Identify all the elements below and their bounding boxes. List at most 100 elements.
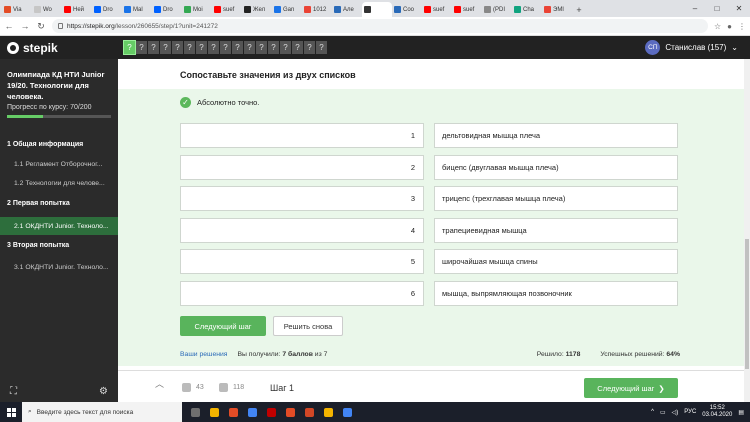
reload-icon[interactable]: ↻ [36,21,46,32]
browser-tab[interactable]: Але [332,2,362,17]
right-item-3[interactable]: трицепс (трехглавая мышца плеча) [434,186,678,211]
step-indicator[interactable]: ? [160,41,171,54]
section-2[interactable]: 2 Первая попытка [7,200,70,207]
maximize-button[interactable]: □ [706,0,728,17]
step-indicator[interactable]: ? [196,41,207,54]
left-item-3[interactable]: 3 [180,186,424,211]
step-indicator[interactable]: ? [316,41,327,54]
new-tab-button[interactable]: + [572,2,586,17]
left-item-1[interactable]: 1 [180,123,424,148]
language-indicator[interactable]: РУС [684,409,696,415]
start-button[interactable] [0,402,22,422]
left-item-5[interactable]: 5 [180,249,424,274]
minimize-button[interactable]: – [684,0,706,17]
forward-icon[interactable]: → [20,21,30,31]
gear-icon[interactable]: ⚙ [99,386,108,397]
browser-tab[interactable]: Wo [32,2,62,17]
step-indicator[interactable]: ? [244,41,255,54]
right-item-6[interactable]: мышца, выпрямляющая позвоночник [434,281,678,306]
lesson-1-2[interactable]: 1.2 Технологии для челове... [0,174,118,192]
browser-tab[interactable]: Via [2,2,32,17]
step-indicator[interactable]: ? [268,41,279,54]
star-icon[interactable]: ☆ [714,22,721,31]
step-indicator[interactable]: ? [292,41,303,54]
network-icon[interactable]: ▭ [660,409,666,416]
browser-tab[interactable]: Dro [152,2,182,17]
browser-tab[interactable]: 1012 [302,2,332,17]
browser-tab[interactable]: suef [422,2,452,17]
clock[interactable]: 15:52 03.04.2020 [702,405,732,419]
step-indicator[interactable]: ? [280,41,291,54]
taskbar-app[interactable] [224,402,243,422]
browser-tab[interactable]: suef [452,2,482,17]
lesson-3-1[interactable]: 3.1 ОКДНТИ Junior. Техноло... [0,258,118,276]
taskbar-app[interactable] [262,402,281,422]
taskbar-app[interactable] [186,402,205,422]
left-item-4[interactable]: 4 [180,218,424,243]
step-indicator[interactable]: ? [184,41,195,54]
lesson-1-1[interactable]: 1.1 Регламент Отборочног... [0,155,118,173]
tray-chevron-icon[interactable]: ^ [651,409,654,415]
step-indicator[interactable]: ? [136,41,147,54]
dislike-button[interactable]: 118 [219,383,244,392]
close-window-button[interactable]: ✕ [728,0,750,17]
volume-icon[interactable]: ◁) [672,409,679,416]
right-item-2[interactable]: бицепс (двуглавая мышца плеча) [434,155,678,180]
tab-list: Via Wo Ней Dro Mal Dro Moi suef Жел Gan 1012 Але Coo… [2,2,572,17]
section-3[interactable]: 3 Вторая попытка [7,242,69,249]
stepik-logo[interactable]: stepik [0,41,118,55]
url-field[interactable]: https://stepik.org/lesson/260655/step/1?… [52,19,708,33]
browser-tab[interactable]: Mal [122,2,152,17]
browser-tab[interactable]: suef [212,2,242,17]
back-icon[interactable]: ← [4,21,14,31]
right-item-4[interactable]: трапециевидная мышца [434,218,678,243]
profile-icon[interactable]: ● [727,22,732,31]
right-item-5[interactable]: широчайшая мышца спины [434,249,678,274]
menu-icon[interactable]: ⋮ [738,22,746,31]
next-step-button[interactable]: Следующий шаг [180,316,266,336]
scroll-thumb[interactable] [745,239,749,369]
step-indicator[interactable]: ? [256,41,267,54]
step-indicator[interactable]: ? [220,41,231,54]
section-1[interactable]: 1 Общая информация [7,141,83,148]
retry-button[interactable]: Решить снова [273,316,343,336]
step-indicator[interactable]: ? [304,41,315,54]
taskbar-app[interactable] [243,402,262,422]
taskbar-search[interactable]: ⌕ Введите здесь текст для поиска [22,402,182,422]
notifications-icon[interactable]: ▤ [738,409,744,416]
right-item-1[interactable]: дельтовидная мышца плеча [434,123,678,148]
page-scrollbar[interactable] [744,59,750,402]
browser-tab[interactable]: Ней [62,2,92,17]
left-item-2[interactable]: 2 [180,155,424,180]
footer-next-step-button[interactable]: Следующий шаг ❯ [584,378,678,398]
browser-tab[interactable]: Cha [512,2,542,17]
lesson-2-1[interactable]: 2.1 ОКДНТИ Junior. Техноло... [0,217,118,235]
taskbar-app[interactable] [319,402,338,422]
browser-tab[interactable]: Dro [92,2,122,17]
step-indicator[interactable]: ? [208,41,219,54]
browser-tab[interactable]: Жел [242,2,272,17]
chevron-up-icon[interactable]: ︿ [155,377,164,390]
step-indicator[interactable]: ? [148,41,159,54]
browser-tab[interactable]: Gan [272,2,302,17]
user-menu[interactable]: СП Станислав (157) ⌄ [645,40,738,55]
left-item-6[interactable]: 6 [180,281,424,306]
taskbar-app[interactable] [300,402,319,422]
browser-tab[interactable]: (PDI [482,2,512,17]
browser-tab[interactable] [362,2,392,17]
taskbar-app[interactable] [205,402,224,422]
taskbar-app[interactable] [281,402,300,422]
fullscreen-icon[interactable]: ⛶ [10,386,17,397]
your-solutions-link[interactable]: Ваши решения [180,351,227,358]
step-indicator[interactable]: ? [172,41,183,54]
step-indicator[interactable]: ? [123,40,136,55]
browser-tab[interactable]: Moi [182,2,212,17]
course-progress: Прогресс по курсу: 70/200 [0,102,118,111]
course-title[interactable]: Олимпиада КД НТИ Junior 19/20. Технологи… [0,59,118,102]
step-indicator[interactable]: ? [232,41,243,54]
browser-tab[interactable]: Coo [392,2,422,17]
browser-tab[interactable]: ЭМI [542,2,572,17]
taskbar-app[interactable] [338,402,357,422]
like-button[interactable]: 43 [182,383,204,392]
tab-label: Via [13,6,22,13]
